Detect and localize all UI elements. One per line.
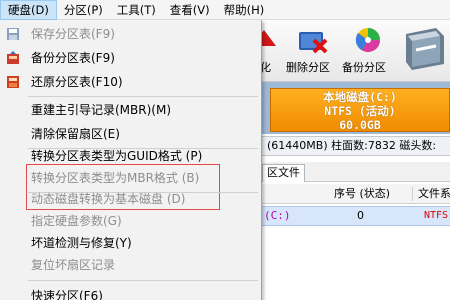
- menu-item-label: 转换分区表类型为MBR格式 (B): [31, 171, 200, 185]
- menu-item-label: 指定硬盘参数(G): [31, 214, 122, 228]
- menu-disk[interactable]: 硬盘(D): [0, 0, 57, 20]
- disk-capacity: (61440MB): [267, 139, 328, 152]
- menu-item-dynamic-to-basic[interactable]: 动态磁盘转换为基本磁盘 (D): [0, 187, 261, 211]
- column-header-filesystem[interactable]: 文件系: [418, 184, 450, 204]
- row-filesystem: NTFS: [424, 210, 449, 221]
- partition-filesystem: NTFS (活动): [324, 104, 396, 118]
- menu-item-reset-bad-sector-record[interactable]: 复位坏扇区记录: [0, 253, 261, 277]
- menu-view[interactable]: 查看(V): [163, 0, 217, 20]
- disk-cylinders: 柱面数:7832: [331, 139, 396, 152]
- menu-item-backup-partition-table[interactable]: 备份分区表(F9): [0, 46, 261, 70]
- delete-partition-icon: [299, 32, 328, 54]
- menu-item-label: 还原分区表(F10): [31, 75, 123, 89]
- menu-partition[interactable]: 分区(P): [57, 0, 110, 20]
- menu-item-label: 复位坏扇区记录: [31, 258, 116, 272]
- menu-item-label: 动态磁盘转换为基本磁盘 (D): [31, 192, 186, 206]
- table-empty-area: [262, 227, 450, 300]
- menu-item-save-partition-table[interactable]: 保存分区表(F9): [0, 22, 261, 46]
- backup-icon: [7, 51, 19, 64]
- column-header-seq[interactable]: 序号 (状态): [334, 184, 390, 204]
- tab-row: 区文件: [262, 162, 450, 182]
- menu-help[interactable]: 帮助(H): [217, 0, 272, 20]
- menu-item-convert-to-guid[interactable]: 转换分区表类型为GUID格式 (P): [0, 144, 261, 168]
- partition-table-header: 序号 (状态) 文件系: [262, 184, 450, 204]
- menu-item-label: 备份分区表(F9): [31, 51, 115, 65]
- menu-item-clear-reserved-sectors[interactable]: 清除保留扇区(E): [0, 122, 261, 146]
- menu-item-rebuild-mbr[interactable]: 重建主引导记录(MBR)(M): [0, 98, 261, 122]
- table-row[interactable]: (C:) 0 NTFS: [262, 206, 450, 226]
- delete-partition-label: 删除分区: [286, 61, 330, 74]
- menu-item-label: 清除保留扇区(E): [31, 127, 120, 141]
- menu-item-specify-disk-params[interactable]: 指定硬盘参数(G): [0, 209, 261, 233]
- menu-item-label: 重建主引导记录(MBR)(M): [31, 103, 172, 117]
- partition-size: 60.0GB: [339, 118, 381, 132]
- menu-item-label: 保存分区表(F9): [31, 27, 115, 41]
- backup-partition-icon: [355, 28, 380, 53]
- menu-item-label: 坏道检测与修复(Y): [31, 236, 132, 250]
- row-partition-name: (C:): [264, 209, 291, 222]
- restore-icon: [7, 76, 19, 88]
- disk-info-bar: (61440MB) 柱面数:7832 磁头数:: [262, 136, 450, 156]
- menu-divider: [28, 96, 258, 97]
- row-seq: 0: [357, 209, 364, 222]
- menu-divider: [28, 280, 258, 281]
- disk-icon: [406, 28, 444, 70]
- backup-partition-label: 备份分区: [342, 61, 386, 74]
- menu-item-label: 快速分区(F6): [31, 289, 103, 300]
- menu-item-restore-partition-table[interactable]: 还原分区表(F10): [0, 70, 261, 94]
- tab-browse-files[interactable]: 区文件: [262, 164, 305, 182]
- menu-item-bad-sector-check[interactable]: 坏道检测与修复(Y): [0, 231, 261, 255]
- menu-item-label: 转换分区表类型为GUID格式 (P): [31, 149, 203, 163]
- toolbar: 化 删除分区 备份分区: [252, 20, 450, 82]
- column-divider: [412, 187, 413, 201]
- save-icon: [7, 28, 19, 40]
- partition-name: 本地磁盘(C:): [323, 90, 397, 104]
- menu-tools[interactable]: 工具(T): [110, 0, 163, 20]
- disk-heads: 磁头数:: [399, 139, 437, 152]
- menu-bar: 硬盘(D) 分区(P) 工具(T) 查看(V) 帮助(H): [0, 0, 450, 20]
- menu-item-quick-partition[interactable]: 快速分区(F6): [0, 284, 261, 300]
- disk-partition-banner[interactable]: 本地磁盘(C:) NTFS (活动) 60.0GB: [270, 88, 450, 132]
- disk-menu-dropdown: 保存分区表(F9) 备份分区表(F9) 还原分区表(F10) 重建主引导记录(M…: [0, 20, 262, 300]
